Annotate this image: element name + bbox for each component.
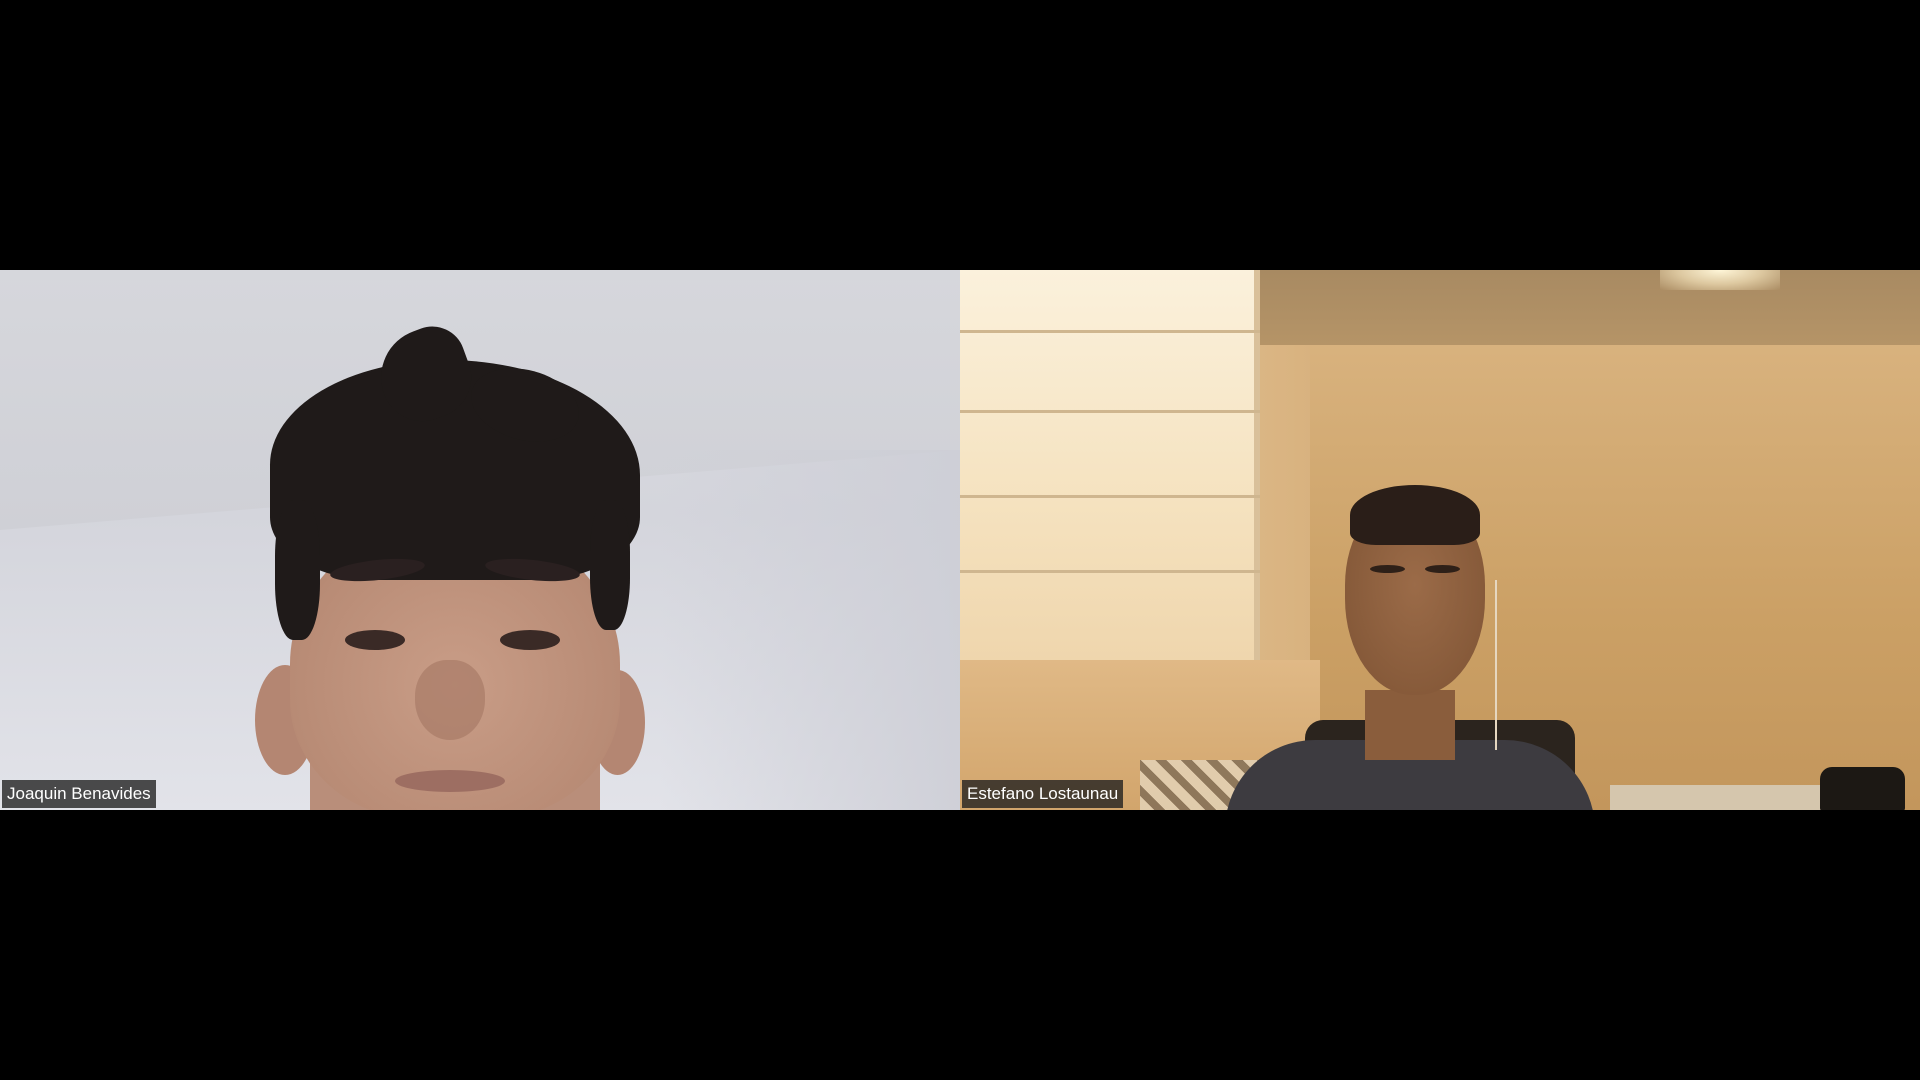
video-call-stage: Joaquin Benavides Estefano Lostaunau [0, 0, 1920, 1080]
participant-name-label: Joaquin Benavides [2, 780, 156, 808]
participant-video-tile[interactable]: Joaquin Benavides [0, 270, 960, 810]
participant-mouth [395, 770, 505, 792]
video-desk [1610, 785, 1850, 810]
blind-slat [960, 570, 1260, 573]
blind-slat [960, 330, 1260, 333]
participant-eye [500, 630, 560, 650]
ceiling-light [1660, 270, 1780, 290]
participant-hair [275, 500, 320, 640]
participant-nose [415, 660, 485, 740]
participant-video-tile[interactable]: Estefano Lostaunau [960, 270, 1920, 810]
participant-hair [1350, 485, 1480, 545]
participant-eyebrow [1370, 565, 1405, 573]
participant-name-label: Estefano Lostaunau [962, 780, 1124, 808]
video-desk-object [1820, 767, 1905, 810]
participant-eyebrow [1425, 565, 1460, 573]
window-blind [960, 270, 1260, 660]
blind-slat [960, 495, 1260, 498]
participant-eye [345, 630, 405, 650]
video-wall-shadow [660, 450, 960, 810]
participant-hair [590, 500, 630, 630]
blind-slat [960, 410, 1260, 413]
participant-neck [1365, 690, 1455, 760]
earphone-cable [1495, 580, 1497, 750]
